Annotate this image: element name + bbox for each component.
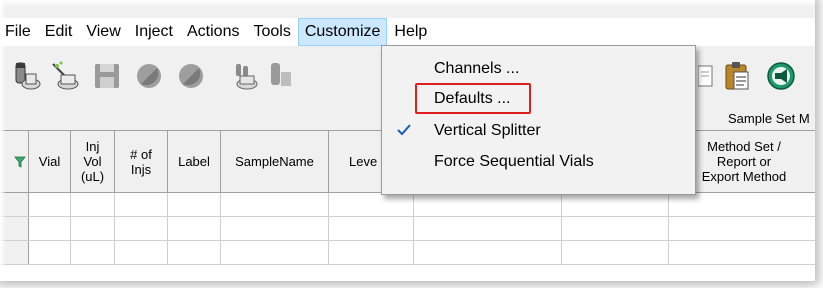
cell[interactable] (329, 241, 414, 264)
column-label: Vol (83, 154, 102, 169)
vials-icon (236, 64, 258, 90)
stop-circle-icon (179, 64, 203, 88)
menu-file[interactable]: File (0, 18, 38, 46)
column-label: Injs (130, 161, 152, 177)
column-header-inj-vol[interactable]: Inj Vol (uL) (71, 131, 115, 193)
menu-item-label: Channels ... (434, 60, 520, 77)
column-header-sample-name[interactable]: SampleName (221, 131, 329, 193)
cell[interactable] (562, 193, 669, 216)
column-header-vial[interactable]: Vial (29, 131, 71, 193)
table-row[interactable] (0, 217, 815, 241)
vial-load-button[interactable] (12, 60, 42, 92)
cell[interactable] (414, 241, 562, 264)
table-row[interactable] (0, 193, 815, 217)
column-label: (uL) (80, 169, 105, 184)
column-label: # of (130, 146, 152, 162)
column-label: Export Method (701, 169, 787, 184)
cell[interactable] (29, 193, 71, 216)
stop-button-1[interactable] (134, 60, 164, 92)
menu-item-vertical-splitter[interactable]: Vertical Splitter (382, 116, 695, 146)
row-header[interactable] (0, 193, 29, 216)
cell[interactable] (562, 241, 669, 264)
column-label: Report or (716, 154, 772, 169)
cell[interactable] (115, 217, 168, 240)
menu-tools[interactable]: Tools (246, 18, 297, 46)
cell[interactable] (221, 193, 329, 216)
megaphone-button[interactable] (766, 60, 796, 92)
column-label: Vial (38, 154, 61, 169)
sample-set-title: Sample Set M (728, 111, 810, 126)
save-button[interactable] (92, 60, 122, 92)
stop-circle-icon (137, 64, 161, 88)
cell[interactable] (168, 241, 221, 264)
stop-button-2[interactable] (176, 60, 206, 92)
column-header-num-injs[interactable]: # of Injs (115, 131, 168, 193)
vials-button[interactable] (230, 60, 260, 92)
cell[interactable] (414, 217, 562, 240)
column-label: Label (178, 154, 210, 169)
vial-wand-button[interactable] (50, 60, 80, 92)
funnel-icon (14, 156, 26, 168)
vial-tube-button[interactable] (266, 60, 296, 92)
menu-item-channels[interactable]: Channels ... (382, 54, 695, 84)
cell[interactable] (221, 241, 329, 264)
cell[interactable] (221, 217, 329, 240)
column-label: Method Set / (707, 139, 781, 154)
row-header[interactable] (0, 241, 29, 264)
megaphone-icon (767, 62, 795, 90)
menu-customize[interactable]: Customize (297, 18, 388, 46)
highlight-annotation (415, 83, 531, 114)
cell[interactable] (115, 193, 168, 216)
cell[interactable] (115, 241, 168, 264)
vial-wand-icon (52, 61, 79, 90)
cell[interactable] (329, 217, 414, 240)
menu-actions[interactable]: Actions (180, 18, 246, 46)
column-label: Inj (85, 139, 100, 154)
menubar: File Edit View Inject Actions Tools Cust… (0, 18, 815, 46)
menu-inject[interactable]: Inject (128, 18, 180, 46)
menu-view[interactable]: View (79, 18, 127, 46)
vial-tube-icon (271, 63, 291, 86)
cell[interactable] (29, 217, 71, 240)
menu-edit[interactable]: Edit (38, 18, 80, 46)
cell[interactable] (669, 241, 815, 264)
cell[interactable] (168, 217, 221, 240)
cell[interactable] (29, 241, 71, 264)
customize-menu: Channels ... Defaults ... Vertical Split… (381, 45, 696, 195)
row-header[interactable] (0, 217, 29, 240)
paste-button[interactable] (722, 60, 752, 92)
checkmark-icon (397, 124, 411, 136)
cell[interactable] (329, 193, 414, 216)
cell[interactable] (168, 193, 221, 216)
column-header-label[interactable]: Label (168, 131, 221, 193)
frame-fade (0, 0, 815, 8)
cell[interactable] (669, 217, 815, 240)
cell[interactable] (669, 193, 815, 216)
vial-load-icon (15, 62, 41, 90)
menu-item-label: Vertical Splitter (434, 122, 541, 139)
column-label: Leve (349, 154, 378, 169)
cell[interactable] (71, 241, 115, 264)
save-icon (95, 64, 119, 88)
table-row[interactable] (0, 241, 815, 265)
clipboard-paste-icon (725, 62, 749, 90)
application-window: File Edit View Inject Actions Tools Cust… (0, 0, 815, 281)
column-label: SampleName (235, 154, 314, 169)
cell[interactable] (71, 217, 115, 240)
cell[interactable] (71, 193, 115, 216)
menu-item-label: Force Sequential Vials (434, 153, 594, 170)
cell[interactable] (414, 193, 562, 216)
menu-item-force-sequential-vials[interactable]: Force Sequential Vials (382, 147, 695, 177)
menu-help[interactable]: Help (387, 18, 434, 46)
row-header-corner (0, 131, 29, 193)
cell[interactable] (562, 217, 669, 240)
